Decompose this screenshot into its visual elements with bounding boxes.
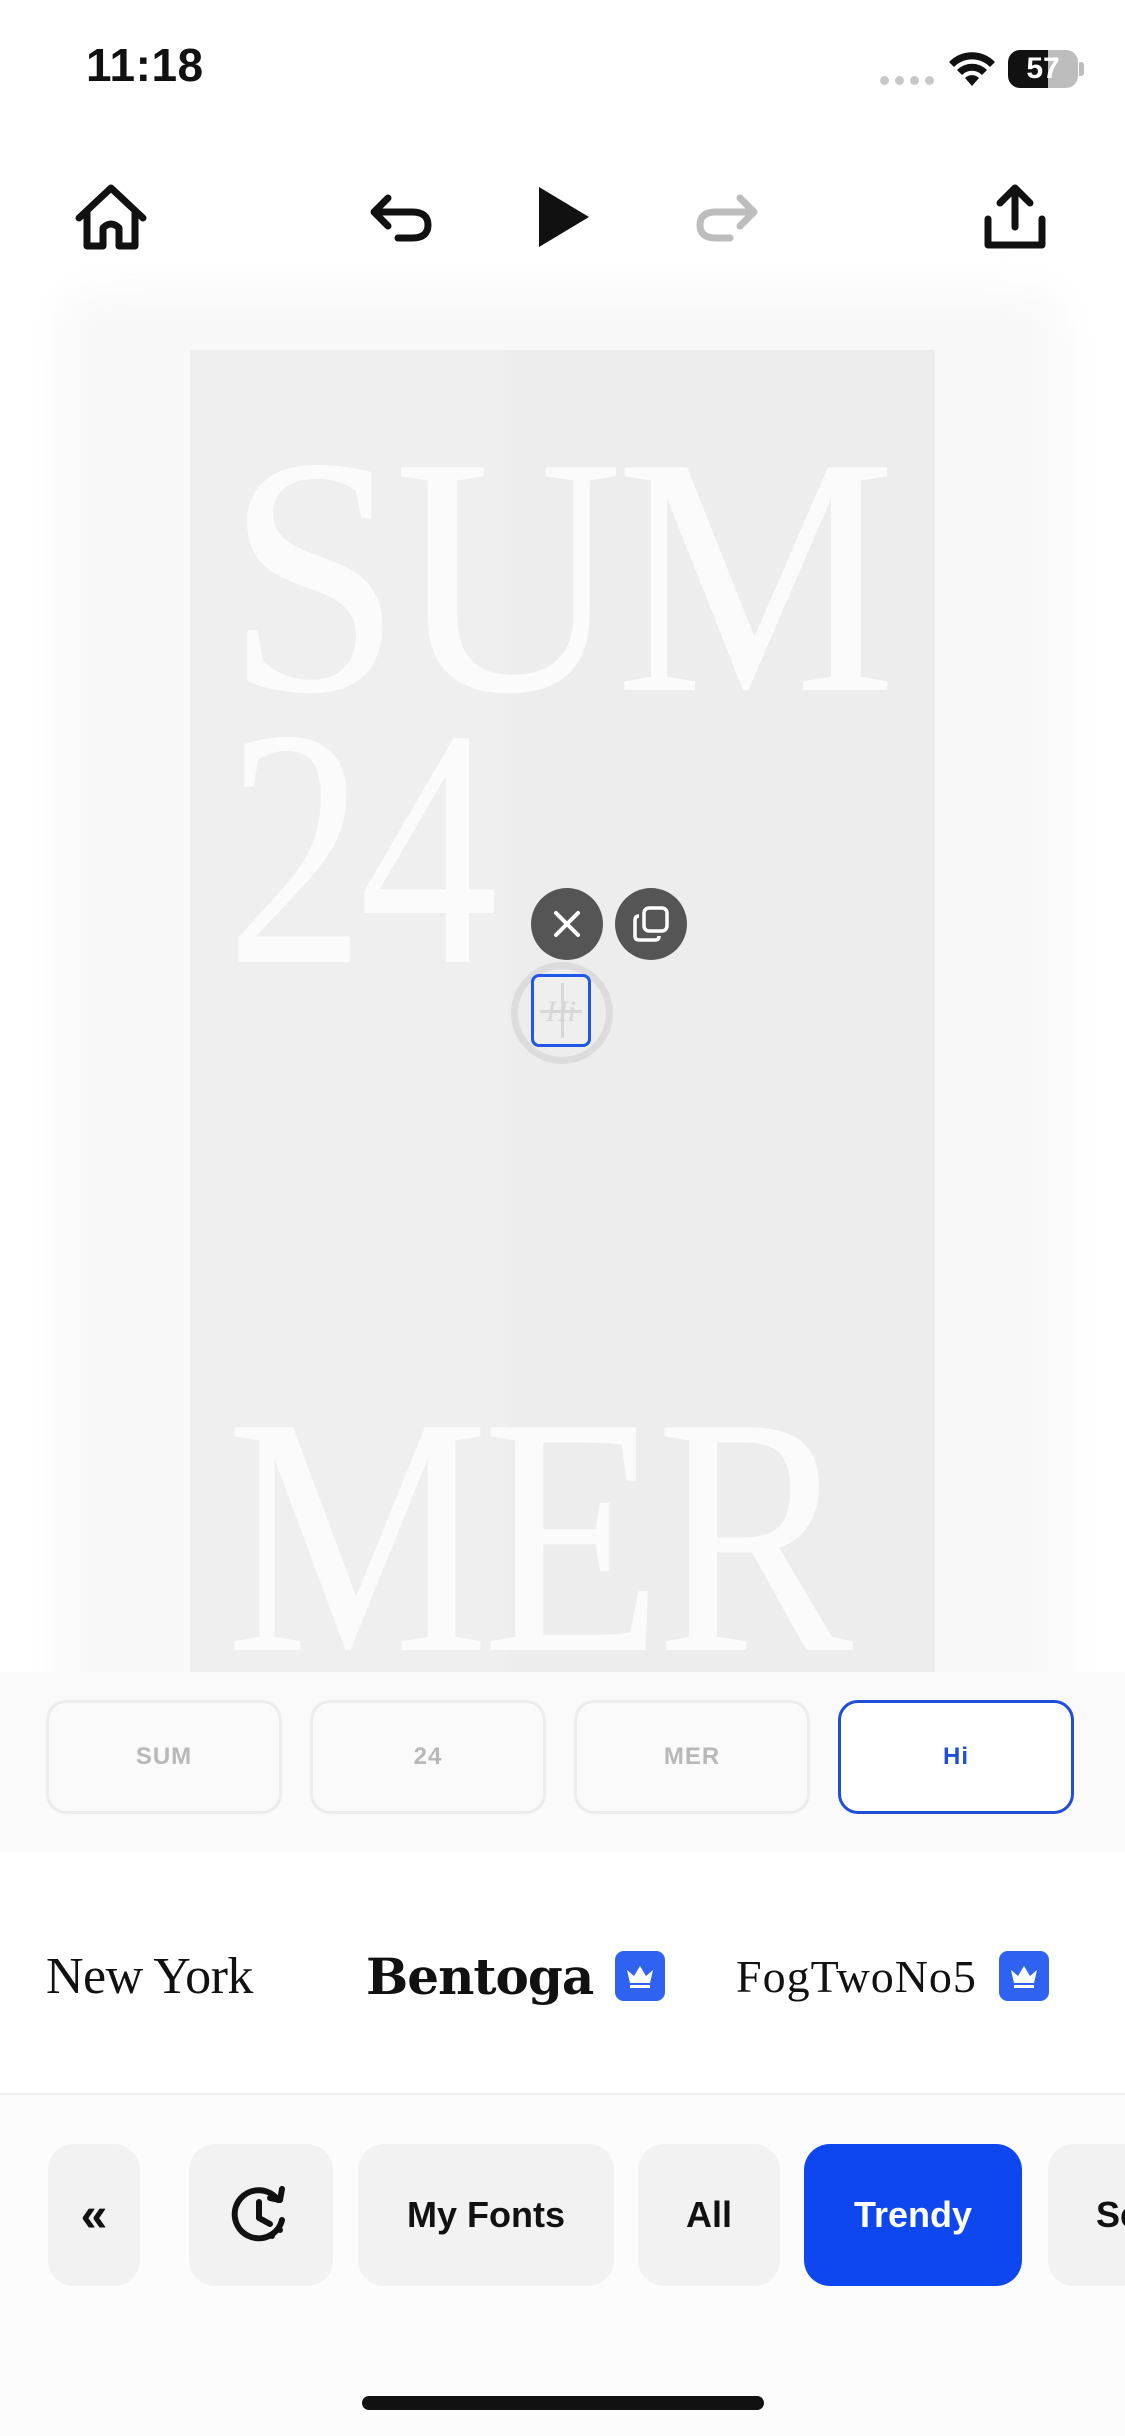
canvas-text-mer[interactable]: MER xyxy=(226,1366,853,1673)
layer-chip-hi[interactable]: Hi xyxy=(838,1700,1074,1814)
delete-element-button[interactable] xyxy=(531,888,603,960)
duplicate-element-button[interactable] xyxy=(615,888,687,960)
close-icon xyxy=(554,911,580,937)
status-time: 11:18 xyxy=(86,39,204,91)
font-item-bentoga[interactable]: Bentoga xyxy=(366,1944,666,2008)
battery-cap xyxy=(1079,62,1084,76)
collapse-button[interactable]: « xyxy=(48,2144,140,2286)
canvas-text-24[interactable]: 24 xyxy=(226,678,498,1018)
premium-crown-icon xyxy=(998,1951,1049,2001)
font-name: New York xyxy=(46,1947,253,2005)
tab-my-fonts[interactable]: My Fonts xyxy=(358,2144,614,2286)
cellular-signal-icon xyxy=(880,76,936,86)
tab-trendy[interactable]: Trendy xyxy=(804,2144,1022,2286)
export-button[interactable] xyxy=(970,172,1060,262)
font-name: Bentoga xyxy=(366,1946,594,2006)
battery-level: 57 xyxy=(1026,52,1060,85)
share-icon xyxy=(984,184,1046,249)
wifi-icon xyxy=(949,52,995,86)
home-icon xyxy=(75,184,147,250)
layer-chip-mer[interactable]: MER xyxy=(574,1700,810,1814)
history-icon xyxy=(231,2186,285,2242)
layer-chip-24[interactable]: 24 xyxy=(310,1700,546,1814)
duplicate-icon xyxy=(633,906,669,942)
premium-crown-icon xyxy=(615,1951,666,2001)
selected-text-element[interactable]: Hi xyxy=(531,974,591,1047)
redo-icon xyxy=(696,194,758,242)
recent-fonts-button[interactable] xyxy=(189,2144,333,2286)
selected-text: Hi xyxy=(546,995,576,1028)
play-button[interactable] xyxy=(518,172,608,262)
undo-icon xyxy=(370,194,432,242)
undo-button[interactable] xyxy=(356,172,446,262)
battery-icon: 57 xyxy=(1008,50,1078,88)
play-icon xyxy=(539,187,589,247)
font-name: FogTwoNo5 xyxy=(736,1950,977,2002)
home-indicator xyxy=(362,2396,764,2410)
home-button[interactable] xyxy=(66,172,156,262)
tab-se[interactable]: Se xyxy=(1048,2144,1125,2286)
font-item-fogtwono5[interactable]: FogTwoNo5 xyxy=(736,1944,1049,2008)
tab-all[interactable]: All xyxy=(638,2144,780,2286)
redo-button[interactable] xyxy=(682,172,772,262)
layer-chip-sum[interactable]: SUM xyxy=(46,1700,282,1814)
font-item-new-york[interactable]: New York xyxy=(46,1944,253,2008)
